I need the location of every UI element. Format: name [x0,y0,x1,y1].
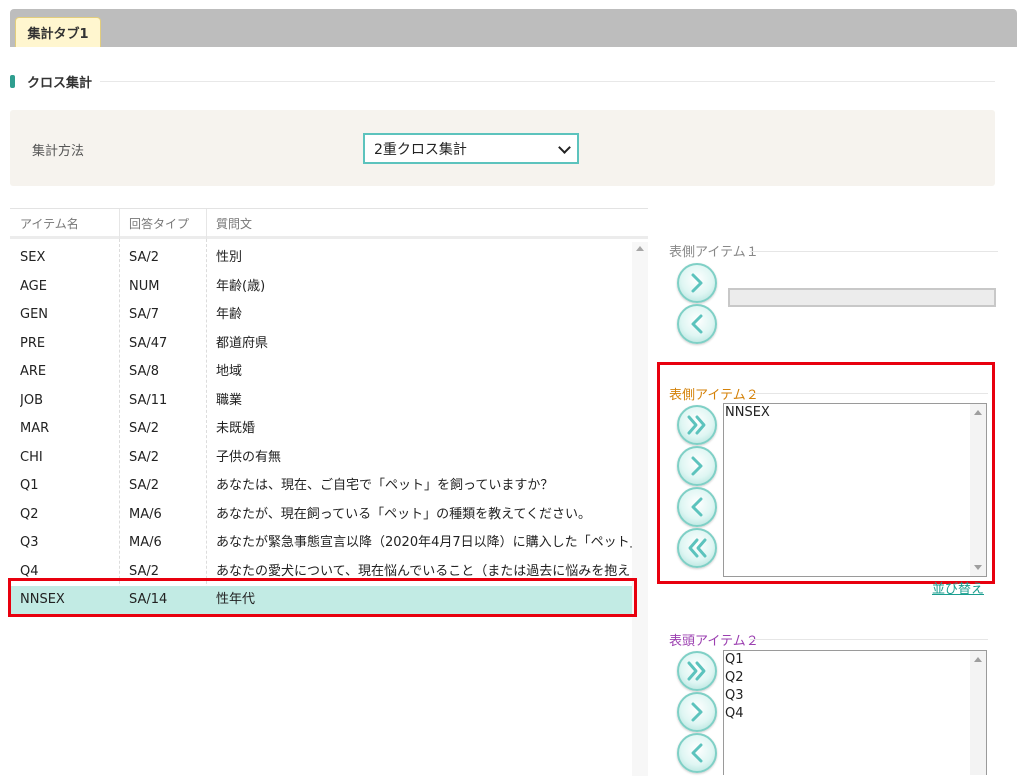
table-row[interactable]: PRE SA/47 都道府県 [10,330,632,358]
cell-answer-type: SA/7 [129,307,160,322]
cell-question: あなたが、現在飼っている「ペット」の種類を教えてください。 [216,506,592,522]
chevron-right-icon [691,273,703,293]
cell-question: 性別 [216,250,243,265]
list-item[interactable]: Q4 [724,705,986,723]
table-row[interactable]: JOB SA/11 職業 [10,387,632,415]
table-row[interactable]: Q1 SA/2 あなたは、現在、ご自宅で「ペット」を飼っていますか？ [10,472,632,500]
cell-answer-type: MA/6 [129,506,162,522]
chevron-down-icon [558,141,571,154]
chevron-left-icon [691,314,703,334]
cell-item-name: ARE [20,364,47,379]
cell-item-name: SEX [20,250,46,265]
cell-question: 年齢(歳) [216,278,266,294]
side-item1-label: 表側アイテム１ [669,245,759,260]
method-panel: 集計方法 2重クロス集計 [10,110,995,186]
cell-item-name: GEN [20,307,49,322]
cell-question: 未既婚 [216,421,256,436]
cell-answer-type: SA/2 [129,449,160,465]
scroll-up-icon[interactable] [636,246,644,251]
cell-item-name: JOB [20,392,43,408]
list-scrollbar[interactable] [970,651,986,775]
cell-question: 年齢 [216,307,243,322]
cell-item-name: AGE [20,278,47,294]
head-item2-list[interactable]: Q1 Q2 Q3 Q4 [723,650,987,775]
side-item1-divider [750,251,998,252]
cell-item-name: Q1 [20,478,39,493]
cell-answer-type: SA/11 [129,392,168,408]
method-select-value: 2重クロス集計 [374,141,467,158]
tab-summary-1[interactable]: 集計タブ1 [15,17,101,47]
cell-item-name: MAR [20,421,50,436]
head-item2-add-button[interactable] [677,692,717,732]
cell-answer-type: SA/2 [129,421,160,436]
cell-item-name: PRE [20,335,46,351]
table-row[interactable]: CHI SA/2 子供の有無 [10,444,632,472]
highlight-side-item2 [657,362,995,584]
item-table: アイテム名 回答タイプ 質問文 SEX SA/2 性別 AGE NUM 年齢(歳) GEN S… [10,208,648,776]
section-marker [10,75,15,88]
list-item[interactable]: Q1 [724,651,986,669]
cell-item-name: Q3 [20,535,39,550]
table-row[interactable]: ARE SA/8 地域 [10,358,632,386]
scroll-up-icon[interactable] [974,657,982,662]
cell-answer-type: MA/6 [129,535,162,550]
double-chevron-right-icon [687,661,706,681]
cell-question: あなたが緊急事態宣言以降（2020年4月7日以降）に購入した「ペット」 [216,535,632,550]
header-divider [119,209,120,239]
method-select[interactable]: 2重クロス集計 [363,133,579,164]
side-item1-remove-button[interactable] [677,304,717,344]
section-title: クロス集計 [27,76,93,91]
table-row[interactable]: AGE NUM 年齢(歳) [10,273,632,301]
cell-item-name: Q2 [20,506,39,522]
head-item2-remove-button[interactable] [677,733,717,773]
cell-item-name: CHI [20,449,43,465]
cell-question: 職業 [216,392,243,408]
head-item2-divider [750,639,988,640]
cell-question: 子供の有無 [216,449,282,465]
head-item2-add-all-button[interactable] [677,651,717,691]
side-item1-add-button[interactable] [677,263,717,303]
list-item[interactable]: Q3 [724,687,986,705]
section-divider [100,81,995,82]
tab-bar: 集計タブ1 [10,9,1017,47]
cell-answer-type: SA/2 [129,250,160,265]
header-question[interactable]: 質問文 [216,215,252,232]
table-row[interactable]: GEN SA/7 年齢 [10,301,632,329]
head-item2-label: 表頭アイテム２ [669,634,759,649]
cell-answer-type: SA/8 [129,364,160,379]
header-answer-type[interactable]: 回答タイプ [129,215,189,232]
table-header: アイテム名 回答タイプ 質問文 [10,209,648,239]
table-row[interactable]: SEX SA/2 性別 [10,244,632,272]
cell-question: あなたは、現在、ご自宅で「ペット」を飼っていますか？ [216,478,554,493]
table-row[interactable]: Q2 MA/6 あなたが、現在飼っている「ペット」の種類を教えてください。 [10,501,632,529]
list-item[interactable]: Q2 [724,669,986,687]
cell-answer-type: SA/47 [129,335,168,351]
table-scrollbar[interactable] [632,242,648,776]
method-label: 集計方法 [32,144,85,159]
table-row[interactable]: MAR SA/2 未既婚 [10,415,632,443]
chevron-left-icon [691,743,703,763]
header-divider [206,209,207,239]
chevron-right-icon [691,702,703,722]
cell-question: 地域 [216,364,243,379]
sort-link[interactable]: 並び替え [932,578,984,597]
header-item-name[interactable]: アイテム名 [20,215,79,232]
highlight-selected-row [8,578,637,617]
cell-answer-type: SA/2 [129,478,160,493]
cell-question: 都道府県 [216,335,269,351]
table-row[interactable]: Q3 MA/6 あなたが緊急事態宣言以降（2020年4月7日以降）に購入した「ペット… [10,529,632,557]
side-item1-list[interactable] [728,288,996,307]
cell-answer-type: NUM [129,278,160,294]
